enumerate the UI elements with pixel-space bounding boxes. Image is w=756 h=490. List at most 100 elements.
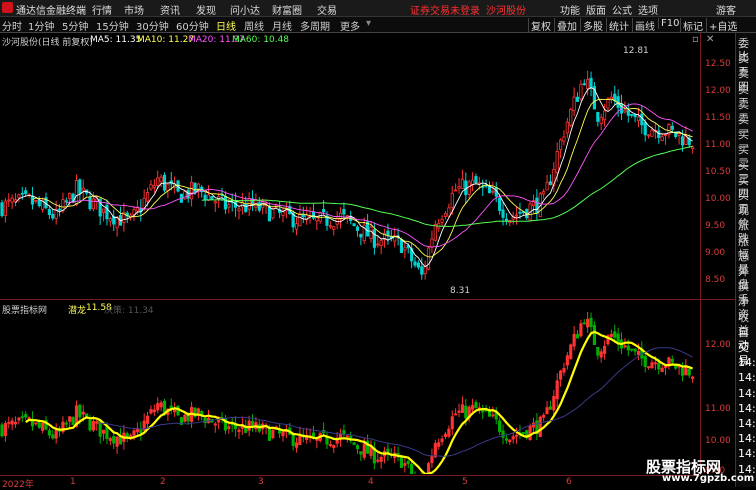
candle-body bbox=[210, 196, 214, 201]
stats-button[interactable]: 统计 bbox=[606, 18, 631, 33]
menu-bar: 通达信金融终端 行情 市场 资讯 发现 问小达 财富圈 交易 证券交易未登录 沙… bbox=[0, 0, 756, 17]
candle-body bbox=[454, 413, 458, 416]
candle-body bbox=[88, 196, 92, 210]
period-1min[interactable]: 1分钟 bbox=[28, 18, 54, 33]
candle-body bbox=[403, 247, 407, 251]
menu-item-ask[interactable]: 问小达 bbox=[230, 2, 260, 17]
f10-button[interactable]: F10 bbox=[658, 18, 681, 29]
candle-body bbox=[501, 209, 505, 218]
candle-body bbox=[609, 333, 613, 337]
period-monthly[interactable]: 月线 bbox=[272, 18, 292, 33]
candle-body bbox=[467, 181, 471, 195]
candle-body bbox=[569, 109, 573, 126]
period-more[interactable]: 更多 bbox=[340, 18, 360, 33]
sidebar-label[interactable]: 14:50 bbox=[738, 432, 756, 445]
candle-body bbox=[440, 438, 444, 443]
candle-body bbox=[592, 324, 597, 345]
candle-body bbox=[450, 192, 454, 208]
menu-options[interactable]: 选项 bbox=[638, 2, 658, 17]
more-chevron-icon[interactable]: ▾ bbox=[366, 18, 371, 29]
candle-body bbox=[64, 200, 68, 203]
candle-body bbox=[115, 436, 119, 447]
candle-body bbox=[101, 208, 106, 214]
candle-body bbox=[7, 199, 11, 202]
draw-line-button[interactable]: 画线 bbox=[632, 18, 657, 33]
menu-item-wealth[interactable]: 财富圈 bbox=[272, 2, 302, 17]
candle-body bbox=[660, 136, 664, 142]
candle-body bbox=[20, 416, 24, 419]
candle-body bbox=[670, 358, 674, 363]
candle-body bbox=[650, 129, 654, 137]
adjust-button[interactable]: 复权 bbox=[528, 18, 553, 33]
period-30min[interactable]: 30分钟 bbox=[136, 18, 169, 33]
ma-line bbox=[100, 347, 693, 457]
period-15min[interactable]: 15分钟 bbox=[96, 18, 129, 33]
main-y-tick: 11.00 bbox=[705, 140, 731, 150]
guest-user[interactable]: 游客 bbox=[716, 2, 736, 17]
sidebar-label[interactable]: 14:50 bbox=[738, 417, 756, 430]
menu-item-quotes[interactable]: 行情 bbox=[92, 2, 112, 17]
candle-body bbox=[680, 367, 685, 376]
add-watchlist-button[interactable]: +自选 bbox=[706, 18, 739, 33]
candle-body bbox=[437, 442, 441, 447]
overlay-button[interactable]: 叠加 bbox=[554, 18, 579, 33]
candle-body bbox=[101, 429, 106, 434]
menu-item-discover[interactable]: 发现 bbox=[196, 2, 216, 17]
candle-body bbox=[386, 230, 390, 236]
mark-button[interactable]: 标记 bbox=[680, 18, 705, 33]
sub-y-tick: 10.00 bbox=[705, 436, 731, 446]
candle-body bbox=[271, 429, 275, 439]
candle-body bbox=[332, 444, 336, 449]
candle-body bbox=[379, 456, 383, 462]
candle-body bbox=[78, 179, 82, 194]
candle-body bbox=[294, 442, 299, 448]
candle-body bbox=[454, 189, 458, 192]
candle-body bbox=[538, 416, 542, 438]
candle-body bbox=[156, 403, 160, 411]
sidebar-label[interactable]: 14:50 bbox=[738, 371, 756, 384]
candle-body bbox=[535, 197, 539, 214]
sidebar-label[interactable]: 14:50 bbox=[738, 387, 756, 400]
candle-body bbox=[518, 211, 522, 214]
indicator-chart[interactable] bbox=[0, 312, 700, 474]
candle-body bbox=[379, 240, 383, 247]
candle-body bbox=[332, 226, 336, 230]
candle-body bbox=[152, 409, 156, 413]
sidebar-label[interactable]: 14:50 bbox=[738, 402, 756, 415]
candle-body bbox=[460, 178, 464, 189]
candle-body bbox=[244, 203, 248, 213]
period-timeshare[interactable]: 分时 bbox=[2, 18, 22, 33]
period-5min[interactable]: 5分钟 bbox=[62, 18, 88, 33]
menu-function[interactable]: 功能 bbox=[560, 2, 580, 17]
menu-item-trade[interactable]: 交易 bbox=[317, 2, 337, 17]
candle-body bbox=[61, 199, 65, 212]
multi-stock-button[interactable]: 多股 bbox=[580, 18, 605, 33]
period-multi[interactable]: 多周期 bbox=[300, 18, 330, 33]
candle-body bbox=[352, 223, 356, 227]
menu-item-news[interactable]: 资讯 bbox=[160, 2, 180, 17]
period-daily[interactable]: 日线 bbox=[216, 18, 236, 33]
candle-body bbox=[691, 146, 695, 149]
menu-formula[interactable]: 公式 bbox=[612, 2, 632, 17]
sidebar-label[interactable]: 14:50 bbox=[738, 447, 756, 460]
trade-login-warning[interactable]: 证券交易未登录 bbox=[410, 2, 480, 17]
menu-layout[interactable]: 版面 bbox=[586, 2, 606, 17]
pane-divider bbox=[0, 299, 735, 300]
candle-body bbox=[17, 417, 21, 421]
candlestick-chart[interactable] bbox=[0, 44, 700, 298]
sidebar-label[interactable]: 14:50 bbox=[738, 356, 756, 369]
candle-body bbox=[599, 116, 603, 125]
candle-body bbox=[152, 185, 156, 188]
candle-body bbox=[271, 208, 275, 219]
period-60min[interactable]: 60分钟 bbox=[176, 18, 209, 33]
candle-body bbox=[569, 344, 573, 359]
candle-body bbox=[71, 417, 75, 425]
quote-sidebar: 委比 卖五 卖四 卖三 卖二 卖一 买一 买二 买三 买四 买五 现价 涨跌 涨幅 总量 外盘 换手 净资 收益 自动… bbox=[735, 33, 756, 487]
sub-y-tick: 11.00 bbox=[705, 404, 731, 414]
low-price-label: 8.31 bbox=[450, 286, 471, 296]
period-weekly[interactable]: 周线 bbox=[244, 18, 264, 33]
x-axis: 2022年 1 2 3 4 5 6 bbox=[0, 475, 700, 490]
menu-item-market[interactable]: 市场 bbox=[124, 2, 144, 17]
candle-body bbox=[633, 348, 637, 352]
main-y-tick: 12.00 bbox=[705, 86, 731, 96]
